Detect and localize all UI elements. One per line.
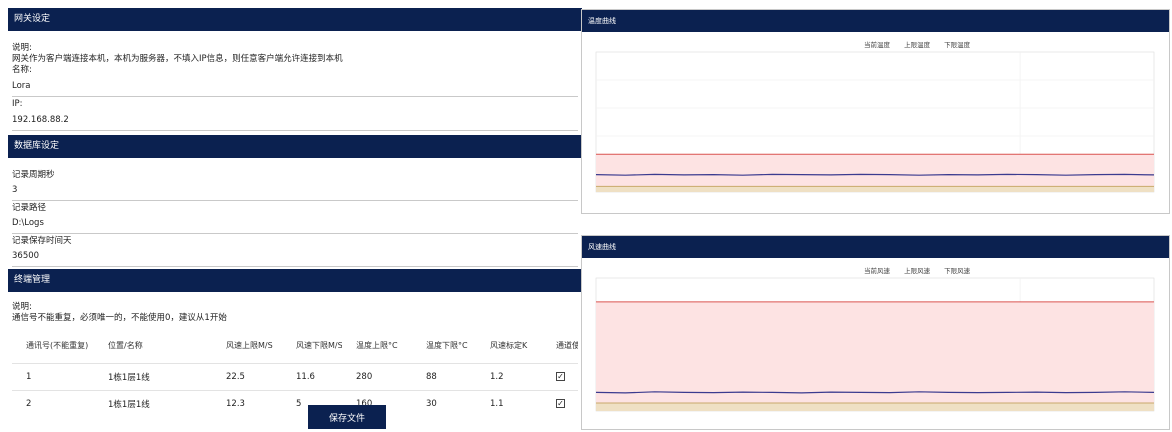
cell-enabled: ✓ (542, 390, 578, 417)
database-section-body: 记录周期秒 3 记录路径 D:\Logs 记录保存时间天 36500 (8, 158, 582, 267)
cell-temp-max[interactable]: 280 (342, 363, 412, 391)
cell-name[interactable]: 1栋1层1线 (94, 363, 212, 391)
temperature-chart (595, 51, 1155, 193)
gateway-desc-text: 网关作为客户端连接本机，本机为服务器，不填入IP信息，则任意客户端允许连接到本机 (12, 54, 343, 64)
gateway-section-header: 网关设定 (8, 8, 582, 31)
temperature-chart-panel: 温度曲线 当前温度 上限温度 下限温度 (581, 9, 1170, 214)
record-period-field[interactable]: 3 (12, 184, 578, 201)
table-row: 1 1栋1层1线 22.5 11.6 280 88 1.2 ✓ (12, 363, 578, 391)
col-header-wind-min: 风速下限M/S (296, 341, 342, 350)
cell-wind-min[interactable]: 11.6 (282, 363, 342, 391)
gateway-ip-label: IP: (12, 99, 23, 109)
cell-temp-min[interactable]: 30 (412, 390, 476, 417)
gateway-name-label: 名称: (12, 65, 32, 75)
col-header-name: 位置/名称 (108, 341, 143, 350)
table-header-row: 通讯号(不能重复) 位置/名称 风速上限M/S 风速下限M/S 温度上限°C 温… (12, 336, 578, 364)
normal-range-band (596, 301, 1154, 404)
terminal-desc-text: 通信号不能重复，必须唯一的，不能使用0，建议从1开始 (12, 313, 227, 323)
col-header-temp-max: 温度上限°C (356, 341, 398, 350)
cell-wind-k[interactable]: 1.1 (476, 390, 542, 417)
table-row: 2 1栋1层1线 12.3 5 160 30 1.1 ✓ (12, 390, 578, 417)
cell-wind-max[interactable]: 22.5 (212, 363, 282, 391)
cell-wind-k[interactable]: 1.2 (476, 363, 542, 391)
gateway-name-field[interactable]: Lora (12, 80, 578, 97)
col-header-id: 通讯号(不能重复) (26, 341, 89, 350)
save-file-button[interactable]: 保存文件 (308, 405, 386, 429)
wind-chart (595, 277, 1155, 412)
cell-wind-max[interactable]: 12.3 (212, 390, 282, 417)
gateway-desc-label: 说明: (12, 43, 32, 53)
col-header-enabled: 通道使用 (556, 341, 578, 350)
cell-name[interactable]: 1栋1层1线 (94, 390, 212, 417)
terminal-section-body: 说明: 通信号不能重复，必须唯一的，不能使用0，建议从1开始 通讯号(不能重复)… (8, 292, 582, 421)
gateway-section-body: 说明: 网关作为客户端连接本机，本机为服务器，不填入IP信息，则任意客户端允许连… (8, 31, 582, 133)
wind-chart-panel: 风速曲线 当前风速 上限风速 下限风速 (581, 235, 1170, 430)
col-header-wind-k: 风速标定K (490, 341, 528, 350)
enabled-checkbox[interactable]: ✓ (556, 372, 565, 381)
below-lower-band (596, 186, 1154, 192)
record-keep-label: 记录保存时间天 (12, 236, 72, 246)
record-path-field[interactable]: D:\Logs (12, 217, 578, 234)
record-keep-field[interactable]: 36500 (12, 250, 578, 267)
database-section-header: 数据库设定 (8, 135, 582, 158)
record-period-label: 记录周期秒 (12, 170, 55, 180)
wind-chart-header: 风速曲线 (582, 236, 1169, 258)
terminal-desc-label: 说明: (12, 302, 32, 312)
cell-id[interactable]: 2 (12, 390, 94, 417)
record-path-label: 记录路径 (12, 203, 47, 213)
col-header-wind-max: 风速上限M/S (226, 341, 273, 350)
gateway-ip-field[interactable]: 192.168.88.2 (12, 114, 578, 131)
terminal-section-header: 终端管理 (8, 269, 582, 292)
cell-enabled: ✓ (542, 363, 578, 391)
normal-range-band (596, 154, 1154, 187)
terminal-table: 通讯号(不能重复) 位置/名称 风速上限M/S 风速下限M/S 温度上限°C 温… (12, 336, 578, 417)
cell-id[interactable]: 1 (12, 363, 94, 391)
series-line-0 (595, 173, 1155, 176)
below-lower-band (596, 403, 1154, 411)
temperature-chart-header: 温度曲线 (582, 10, 1169, 32)
enabled-checkbox[interactable]: ✓ (556, 399, 565, 408)
col-header-temp-min: 温度下限°C (426, 341, 468, 350)
settings-column: 网关设定 说明: 网关作为客户端连接本机，本机为服务器，不填入IP信息，则任意客… (8, 8, 582, 421)
cell-temp-min[interactable]: 88 (412, 363, 476, 391)
